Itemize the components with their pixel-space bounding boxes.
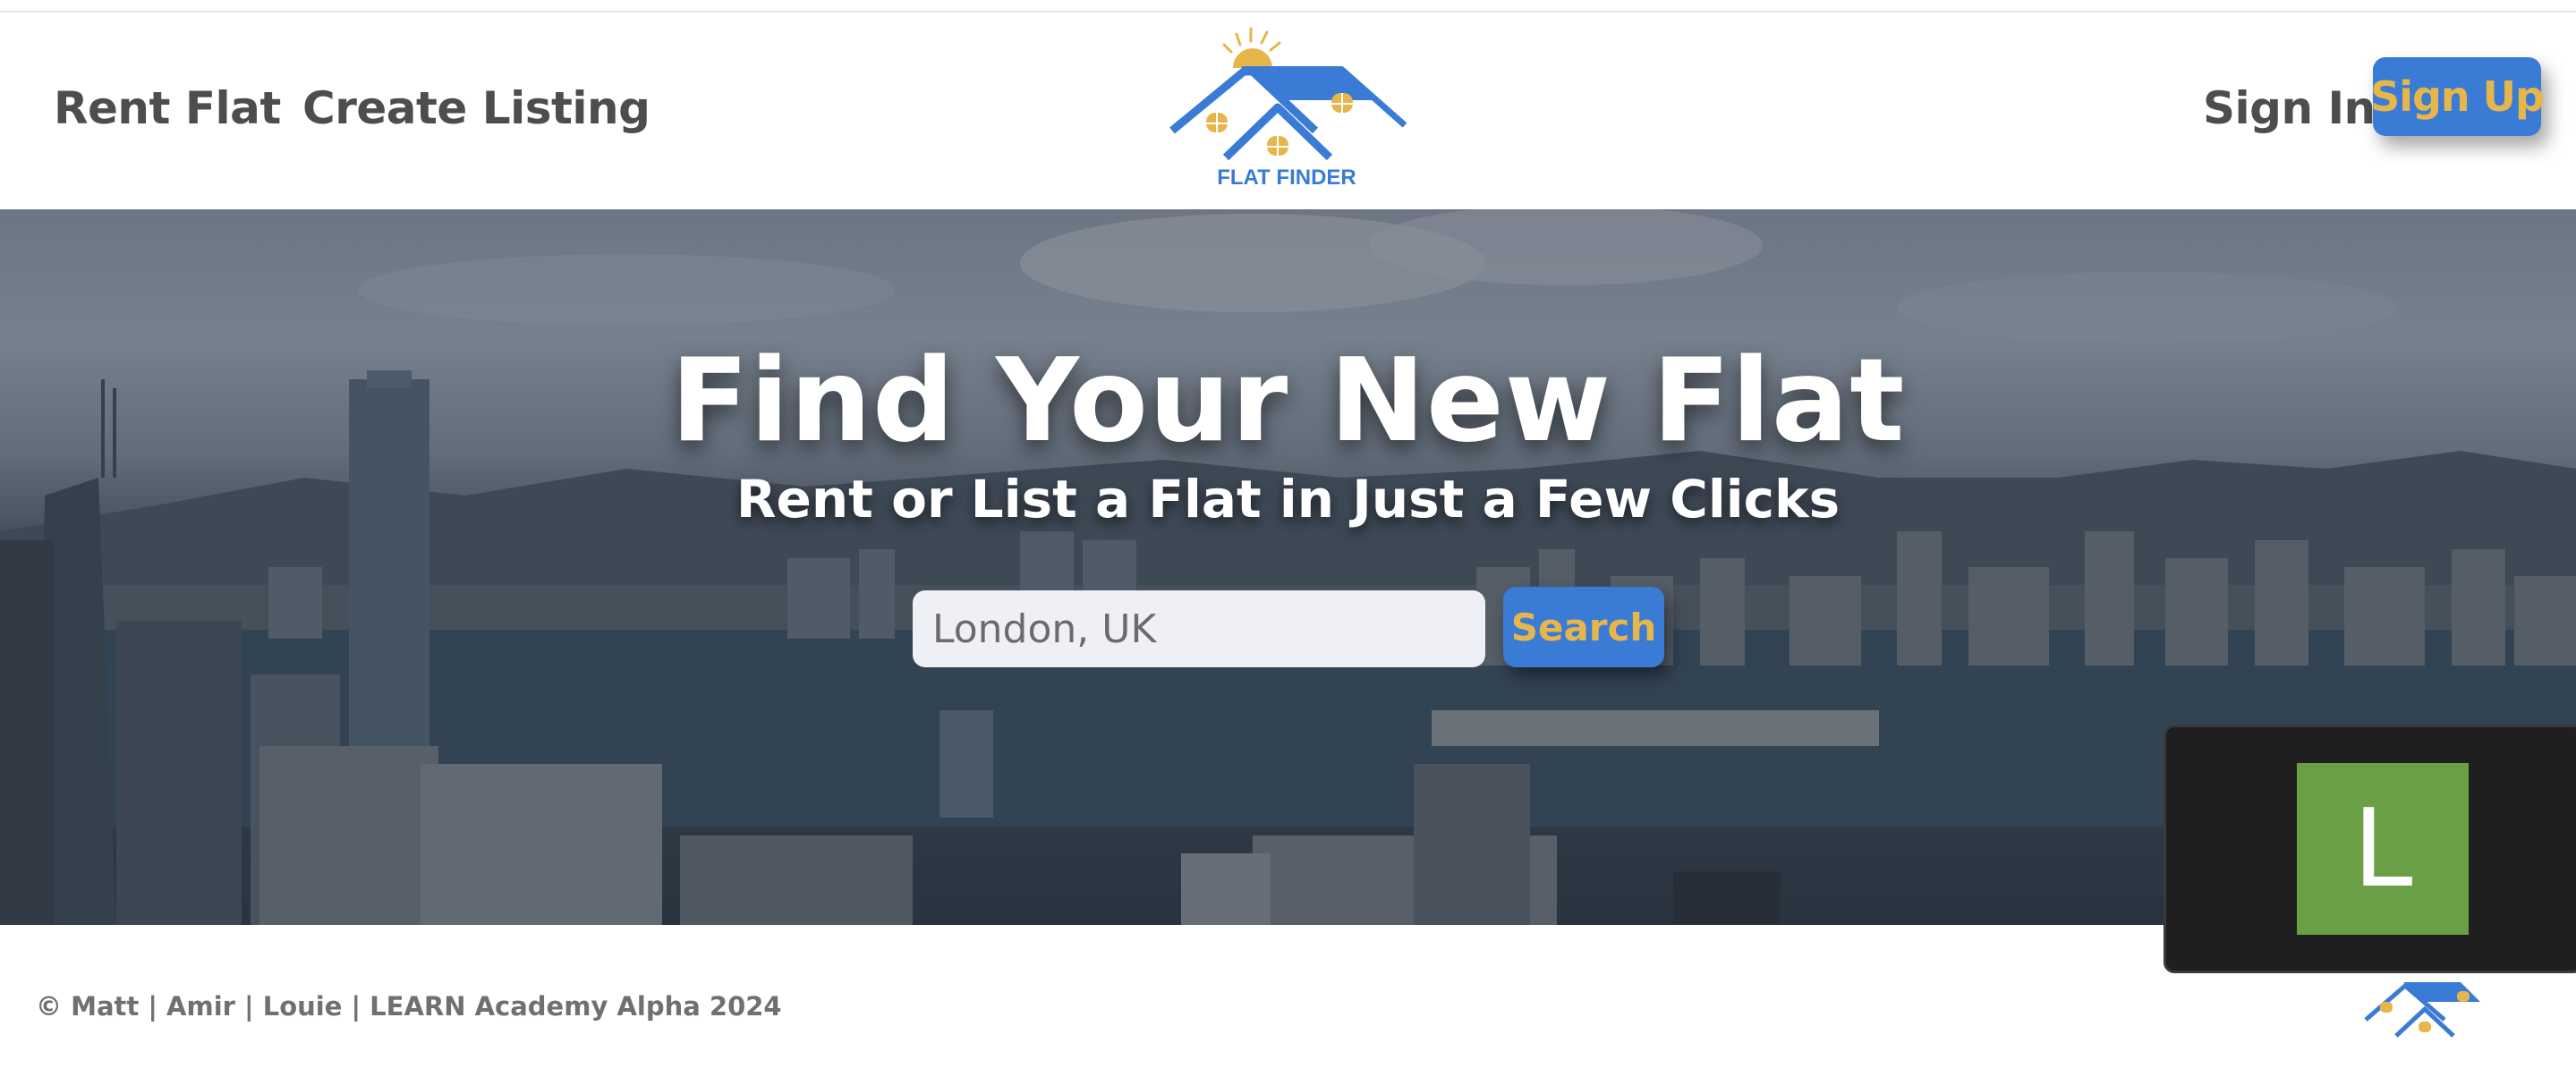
sign-in-link[interactable]: Sign In	[2203, 82, 2376, 134]
hero-title: Find Your New Flat	[670, 335, 1906, 468]
search-button[interactable]: Search	[1503, 587, 1664, 667]
sign-up-button[interactable]: Sign Up	[2370, 57, 2545, 136]
location-search-input[interactable]: London, UK	[913, 590, 1485, 667]
house-logo-icon: FLAT FINDER	[1169, 27, 1407, 190]
user-avatar-panel: L	[2164, 725, 2576, 973]
logo-text: FLAT FINDER	[1217, 165, 1356, 190]
nav-rent-flat[interactable]: Rent Flat	[54, 82, 281, 134]
hero-subtitle: Rent or List a Flat in Just a Few Clicks	[735, 469, 1841, 530]
nav-create-listing[interactable]: Create Listing	[302, 82, 650, 134]
flat-finder-logo[interactable]: FLAT FINDER	[1163, 25, 1414, 195]
footer-house-logo-icon	[2364, 982, 2480, 1038]
site-header: Rent Flat Create Listing FLAT FINDER Sig…	[0, 13, 2576, 209]
footer-credit: © Matt | Amir | Louie | LEARN Academy Al…	[36, 991, 782, 1022]
avatar[interactable]: L	[2297, 763, 2469, 935]
search-placeholder: London, UK	[932, 606, 1157, 652]
